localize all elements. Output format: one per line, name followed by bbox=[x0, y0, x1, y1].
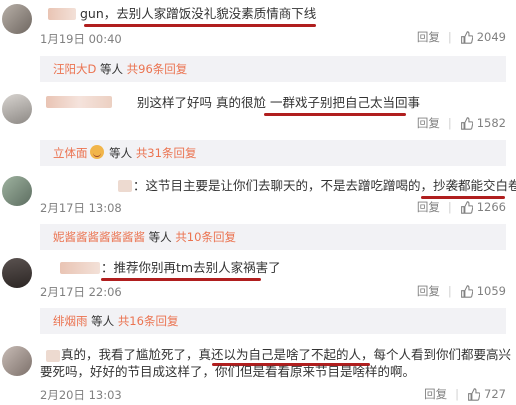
thumbs-up-icon bbox=[460, 200, 473, 214]
comment-date: 1月19日 00:40 bbox=[40, 32, 122, 46]
reply-user[interactable]: 妮酱酱酱酱酱酱酱 bbox=[53, 230, 145, 244]
thumbs-up-icon bbox=[460, 284, 473, 298]
avatar[interactable] bbox=[2, 4, 32, 34]
avatar[interactable] bbox=[2, 94, 32, 124]
blurred-username bbox=[46, 96, 112, 108]
comment-suffix: ，每个人看到你们都要高兴 bbox=[361, 347, 512, 362]
reply-user[interactable]: 绯烟雨 bbox=[53, 314, 88, 328]
reply-summary[interactable]: 妮酱酱酱酱酱酱酱 等人 共10条回复 bbox=[40, 224, 506, 250]
reply-button[interactable]: 回复 bbox=[417, 29, 440, 45]
thumbs-up-icon bbox=[460, 116, 473, 130]
reply-button[interactable]: 回复 bbox=[417, 199, 440, 215]
blurred-username bbox=[60, 262, 100, 274]
reply-count[interactable]: 共96条回复 bbox=[127, 62, 188, 76]
avatar[interactable] bbox=[2, 176, 32, 206]
like-button[interactable]: 1059 bbox=[460, 284, 506, 298]
comment-date: 2月20日 13:03 bbox=[40, 388, 122, 402]
reply-middle: 等人 bbox=[105, 146, 136, 160]
reply-middle: 等人 bbox=[145, 230, 176, 244]
like-button[interactable]: 1582 bbox=[460, 116, 506, 130]
comment-content: 推荐你别再tm去别人家祸害了 bbox=[113, 260, 281, 275]
comment-date: 2月17日 22:06 bbox=[40, 285, 122, 299]
avatar[interactable] bbox=[2, 258, 32, 288]
comment-date: 2月17日 13:08 bbox=[40, 201, 122, 215]
comment-content: ，去别人家蹭饭没礼貌没素质情商下线 bbox=[103, 6, 317, 21]
reply-middle: 等人 bbox=[87, 314, 118, 328]
like-button[interactable]: 727 bbox=[467, 387, 506, 401]
comment-actions: 回复 | 1582 bbox=[416, 115, 506, 131]
like-button[interactable]: 2049 bbox=[460, 30, 506, 44]
comment-prefix: 真的，我看了尴尬死了， bbox=[61, 347, 199, 362]
reply-button[interactable]: 回复 bbox=[417, 115, 440, 131]
comment-1: gun，去别人家蹭饭没礼貌没素质情商下线 1月19日 00:40 回复 | 20… bbox=[0, 0, 516, 52]
reply-middle: 等人 bbox=[96, 62, 127, 76]
comment-actions: 回复 | 2049 bbox=[416, 29, 506, 45]
comment-text: 真的，我看了尴尬死了，真还以为自己是啥了不起的人，每个人看到你们都要高兴 bbox=[61, 346, 511, 364]
reply-count[interactable]: 共31条回复 bbox=[136, 146, 197, 160]
comment-text-line2: 要死吗，好好的节目成这样了，你们但是看看原来节目是啥样的啊。 bbox=[40, 364, 416, 379]
comment-text: ：这节目主要是让你们去聊天的，不是去蹭吃蹭喝的，抄袭都能交白卷 bbox=[133, 177, 516, 195]
like-count: 1582 bbox=[476, 116, 506, 130]
like-count: 1059 bbox=[476, 284, 506, 298]
comment-5: 真的，我看了尴尬死了，真还以为自己是啥了不起的人，每个人看到你们都要高兴 要死吗… bbox=[0, 340, 516, 405]
comment-actions: 回复 | 1266 bbox=[416, 199, 506, 215]
comment-4: ：推荐你别再tm去别人家祸害了 2月17日 22:06 回复 | 1059 bbox=[0, 254, 516, 306]
comment-content: 真还以为自己是啥了不起的人 bbox=[198, 347, 362, 362]
reply-button[interactable]: 回复 bbox=[424, 386, 447, 402]
reply-summary[interactable]: 汪阳大D 等人 共96条回复 bbox=[40, 56, 506, 82]
comment-prefix: 别这样了好吗 真的很尬 bbox=[137, 95, 270, 110]
reply-count[interactable]: 共16条回复 bbox=[118, 314, 179, 328]
comment-text: ：推荐你别再tm去别人家祸害了 bbox=[101, 259, 281, 277]
comment-actions: 回复 | 1059 bbox=[416, 283, 506, 299]
laughing-emoji-icon bbox=[89, 145, 104, 159]
comment-3: ：这节目主要是让你们去聊天的，不是去蹭吃蹭喝的，抄袭都能交白卷 2月17日 13… bbox=[0, 170, 516, 222]
like-count: 727 bbox=[484, 387, 506, 401]
comment-content: 抄袭都能交白卷 bbox=[433, 178, 516, 193]
highlight-underline bbox=[264, 113, 406, 116]
comment-prefix: ： bbox=[101, 260, 114, 275]
comment-author[interactable]: gun bbox=[80, 6, 104, 21]
reply-summary[interactable]: 绯烟雨 等人 共16条回复 bbox=[40, 308, 506, 334]
reply-user[interactable]: 立体面 bbox=[53, 146, 88, 160]
comment-2: 别这样了好吗 真的很尬 一群戏子别把自己太当回事 回复 | 1582 bbox=[0, 86, 516, 136]
like-count: 1266 bbox=[476, 200, 506, 214]
comment-actions: 回复 | 727 bbox=[424, 386, 506, 402]
reply-user[interactable]: 汪阳大D bbox=[53, 62, 96, 76]
comment-text: 别这样了好吗 真的很尬 一群戏子别把自己太当回事 bbox=[137, 94, 420, 112]
reply-count[interactable]: 共10条回复 bbox=[175, 230, 236, 244]
highlight-underline bbox=[84, 24, 316, 27]
blurred-username bbox=[118, 180, 132, 192]
highlight-underline bbox=[101, 278, 261, 281]
blurred-username bbox=[48, 8, 76, 20]
thumbs-up-icon bbox=[460, 30, 473, 44]
thumbs-up-icon bbox=[468, 387, 481, 401]
comment-prefix: ：这节目主要是让你们去聊天的，不是去蹭吃蹭喝的， bbox=[133, 178, 434, 193]
comment-text: gun，去别人家蹭饭没礼貌没素质情商下线 bbox=[80, 5, 316, 23]
avatar[interactable] bbox=[2, 346, 32, 376]
like-button[interactable]: 1266 bbox=[460, 200, 506, 214]
blurred-username bbox=[46, 350, 60, 362]
reply-button[interactable]: 回复 bbox=[417, 283, 440, 299]
reply-summary[interactable]: 立体面 等人 共31条回复 bbox=[40, 140, 506, 166]
like-count: 2049 bbox=[476, 30, 506, 44]
comment-content: 一群戏子别把自己太当回事 bbox=[269, 95, 420, 110]
